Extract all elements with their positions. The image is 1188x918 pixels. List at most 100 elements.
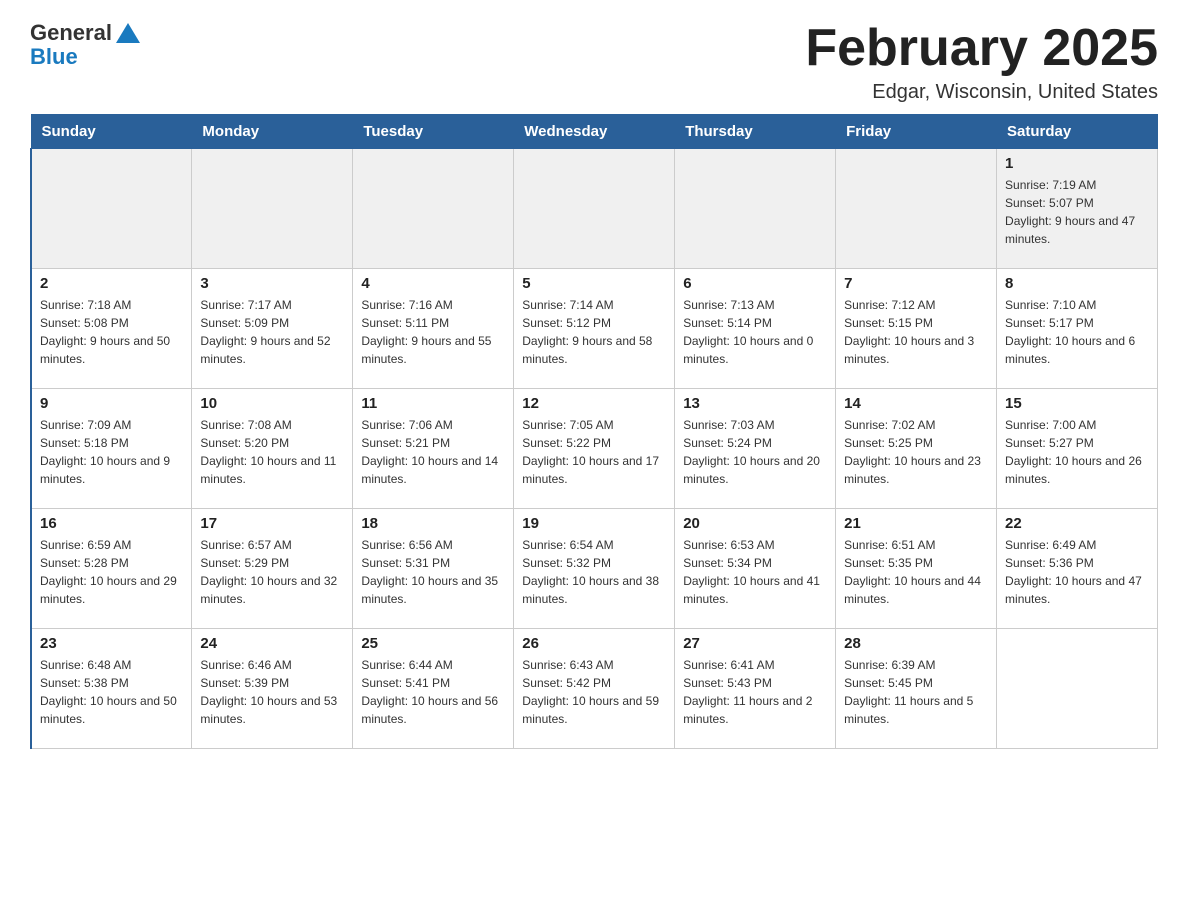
day-info: Sunrise: 6:43 AM Sunset: 5:42 PM Dayligh… xyxy=(522,656,666,728)
calendar-cell: 27 Sunrise: 6:41 AM Sunset: 5:43 PM Dayli… xyxy=(675,629,836,749)
day-info: Sunrise: 6:57 AM Sunset: 5:29 PM Dayligh… xyxy=(200,536,344,608)
day-number: 26 xyxy=(522,635,666,652)
day-info: Sunrise: 6:49 AM Sunset: 5:36 PM Dayligh… xyxy=(1005,536,1149,608)
day-number: 17 xyxy=(200,515,344,532)
calendar-cell: 20 Sunrise: 6:53 AM Sunset: 5:34 PM Dayli… xyxy=(675,509,836,629)
weekday-header-saturday: Saturday xyxy=(997,115,1158,149)
day-number: 3 xyxy=(200,275,344,292)
day-number: 2 xyxy=(40,275,183,292)
calendar-cell: 17 Sunrise: 6:57 AM Sunset: 5:29 PM Dayli… xyxy=(192,509,353,629)
day-number: 20 xyxy=(683,515,827,532)
day-info: Sunrise: 7:02 AM Sunset: 5:25 PM Dayligh… xyxy=(844,416,988,488)
weekday-header-friday: Friday xyxy=(836,115,997,149)
day-number: 15 xyxy=(1005,395,1149,412)
day-number: 13 xyxy=(683,395,827,412)
calendar-cell: 13 Sunrise: 7:03 AM Sunset: 5:24 PM Dayli… xyxy=(675,389,836,509)
calendar-cell: 23 Sunrise: 6:48 AM Sunset: 5:38 PM Dayli… xyxy=(31,629,192,749)
day-number: 16 xyxy=(40,515,183,532)
day-info: Sunrise: 7:09 AM Sunset: 5:18 PM Dayligh… xyxy=(40,416,183,488)
calendar-cell xyxy=(31,149,192,269)
day-number: 18 xyxy=(361,515,505,532)
calendar-cell: 28 Sunrise: 6:39 AM Sunset: 5:45 PM Dayli… xyxy=(836,629,997,749)
title-area: February 2025 Edgar, Wisconsin, United S… xyxy=(805,20,1158,104)
calendar-week-row: 2 Sunrise: 7:18 AM Sunset: 5:08 PM Daylig… xyxy=(31,269,1158,389)
day-number: 12 xyxy=(522,395,666,412)
day-number: 8 xyxy=(1005,275,1149,292)
day-info: Sunrise: 7:13 AM Sunset: 5:14 PM Dayligh… xyxy=(683,296,827,368)
header: General Blue February 2025 Edgar, Wiscon… xyxy=(30,20,1158,104)
day-number: 19 xyxy=(522,515,666,532)
day-info: Sunrise: 6:41 AM Sunset: 5:43 PM Dayligh… xyxy=(683,656,827,728)
day-info: Sunrise: 6:53 AM Sunset: 5:34 PM Dayligh… xyxy=(683,536,827,608)
calendar-table: SundayMondayTuesdayWednesdayThursdayFrid… xyxy=(30,114,1158,749)
weekday-header-wednesday: Wednesday xyxy=(514,115,675,149)
calendar-cell xyxy=(353,149,514,269)
day-number: 10 xyxy=(200,395,344,412)
calendar-cell: 3 Sunrise: 7:17 AM Sunset: 5:09 PM Daylig… xyxy=(192,269,353,389)
calendar-week-row: 9 Sunrise: 7:09 AM Sunset: 5:18 PM Daylig… xyxy=(31,389,1158,509)
calendar-cell xyxy=(192,149,353,269)
day-info: Sunrise: 7:10 AM Sunset: 5:17 PM Dayligh… xyxy=(1005,296,1149,368)
calendar-cell: 24 Sunrise: 6:46 AM Sunset: 5:39 PM Dayli… xyxy=(192,629,353,749)
day-info: Sunrise: 7:16 AM Sunset: 5:11 PM Dayligh… xyxy=(361,296,505,368)
day-info: Sunrise: 6:51 AM Sunset: 5:35 PM Dayligh… xyxy=(844,536,988,608)
calendar-cell: 22 Sunrise: 6:49 AM Sunset: 5:36 PM Dayli… xyxy=(997,509,1158,629)
day-info: Sunrise: 6:46 AM Sunset: 5:39 PM Dayligh… xyxy=(200,656,344,728)
calendar-week-row: 16 Sunrise: 6:59 AM Sunset: 5:28 PM Dayli… xyxy=(31,509,1158,629)
day-info: Sunrise: 7:19 AM Sunset: 5:07 PM Dayligh… xyxy=(1005,176,1149,248)
day-number: 28 xyxy=(844,635,988,652)
day-number: 22 xyxy=(1005,515,1149,532)
day-number: 14 xyxy=(844,395,988,412)
calendar-cell: 6 Sunrise: 7:13 AM Sunset: 5:14 PM Daylig… xyxy=(675,269,836,389)
day-info: Sunrise: 7:12 AM Sunset: 5:15 PM Dayligh… xyxy=(844,296,988,368)
weekday-header-row: SundayMondayTuesdayWednesdayThursdayFrid… xyxy=(31,115,1158,149)
calendar-cell: 4 Sunrise: 7:16 AM Sunset: 5:11 PM Daylig… xyxy=(353,269,514,389)
weekday-header-sunday: Sunday xyxy=(31,115,192,149)
day-number: 25 xyxy=(361,635,505,652)
day-number: 5 xyxy=(522,275,666,292)
day-info: Sunrise: 6:54 AM Sunset: 5:32 PM Dayligh… xyxy=(522,536,666,608)
calendar-cell: 15Sunrise: 7:00 AM Sunset: 5:27 PM Dayli… xyxy=(997,389,1158,509)
day-info: Sunrise: 7:03 AM Sunset: 5:24 PM Dayligh… xyxy=(683,416,827,488)
day-info: Sunrise: 7:06 AM Sunset: 5:21 PM Dayligh… xyxy=(361,416,505,488)
day-number: 6 xyxy=(683,275,827,292)
calendar-cell: 19 Sunrise: 6:54 AM Sunset: 5:32 PM Dayli… xyxy=(514,509,675,629)
day-number: 21 xyxy=(844,515,988,532)
calendar-cell: 8 Sunrise: 7:10 AM Sunset: 5:17 PM Daylig… xyxy=(997,269,1158,389)
calendar-cell: 10Sunrise: 7:08 AM Sunset: 5:20 PM Dayli… xyxy=(192,389,353,509)
day-info: Sunrise: 6:56 AM Sunset: 5:31 PM Dayligh… xyxy=(361,536,505,608)
day-info: Sunrise: 7:14 AM Sunset: 5:12 PM Dayligh… xyxy=(522,296,666,368)
weekday-header-thursday: Thursday xyxy=(675,115,836,149)
calendar-cell: 7 Sunrise: 7:12 AM Sunset: 5:15 PM Daylig… xyxy=(836,269,997,389)
calendar-cell: 2 Sunrise: 7:18 AM Sunset: 5:08 PM Daylig… xyxy=(31,269,192,389)
calendar-cell xyxy=(675,149,836,269)
calendar-cell: 21 Sunrise: 6:51 AM Sunset: 5:35 PM Dayli… xyxy=(836,509,997,629)
day-number: 7 xyxy=(844,275,988,292)
day-number: 23 xyxy=(40,635,183,652)
day-info: Sunrise: 7:05 AM Sunset: 5:22 PM Dayligh… xyxy=(522,416,666,488)
day-number: 27 xyxy=(683,635,827,652)
day-number: 24 xyxy=(200,635,344,652)
calendar-cell: 12 Sunrise: 7:05 AM Sunset: 5:22 PM Dayli… xyxy=(514,389,675,509)
day-number: 9 xyxy=(40,395,183,412)
calendar-subtitle: Edgar, Wisconsin, United States xyxy=(805,81,1158,104)
calendar-header: SundayMondayTuesdayWednesdayThursdayFrid… xyxy=(31,115,1158,149)
logo-general-text: General xyxy=(30,20,112,46)
day-info: Sunrise: 6:59 AM Sunset: 5:28 PM Dayligh… xyxy=(40,536,183,608)
calendar-cell xyxy=(836,149,997,269)
weekday-header-monday: Monday xyxy=(192,115,353,149)
weekday-header-tuesday: Tuesday xyxy=(353,115,514,149)
day-info: Sunrise: 7:17 AM Sunset: 5:09 PM Dayligh… xyxy=(200,296,344,368)
logo: General Blue xyxy=(30,20,140,70)
day-info: Sunrise: 6:44 AM Sunset: 5:41 PM Dayligh… xyxy=(361,656,505,728)
calendar-cell: 5 Sunrise: 7:14 AM Sunset: 5:12 PM Daylig… xyxy=(514,269,675,389)
calendar-cell: 18 Sunrise: 6:56 AM Sunset: 5:31 PM Dayli… xyxy=(353,509,514,629)
logo-blue-text: Blue xyxy=(30,44,78,70)
calendar-cell: 25 Sunrise: 6:44 AM Sunset: 5:41 PM Dayli… xyxy=(353,629,514,749)
day-number: 4 xyxy=(361,275,505,292)
calendar-title: February 2025 xyxy=(805,20,1158,77)
day-info: Sunrise: 7:18 AM Sunset: 5:08 PM Dayligh… xyxy=(40,296,183,368)
day-info: Sunrise: 6:48 AM Sunset: 5:38 PM Dayligh… xyxy=(40,656,183,728)
day-info: Sunrise: 6:39 AM Sunset: 5:45 PM Dayligh… xyxy=(844,656,988,728)
logo-triangle-icon xyxy=(116,23,140,43)
